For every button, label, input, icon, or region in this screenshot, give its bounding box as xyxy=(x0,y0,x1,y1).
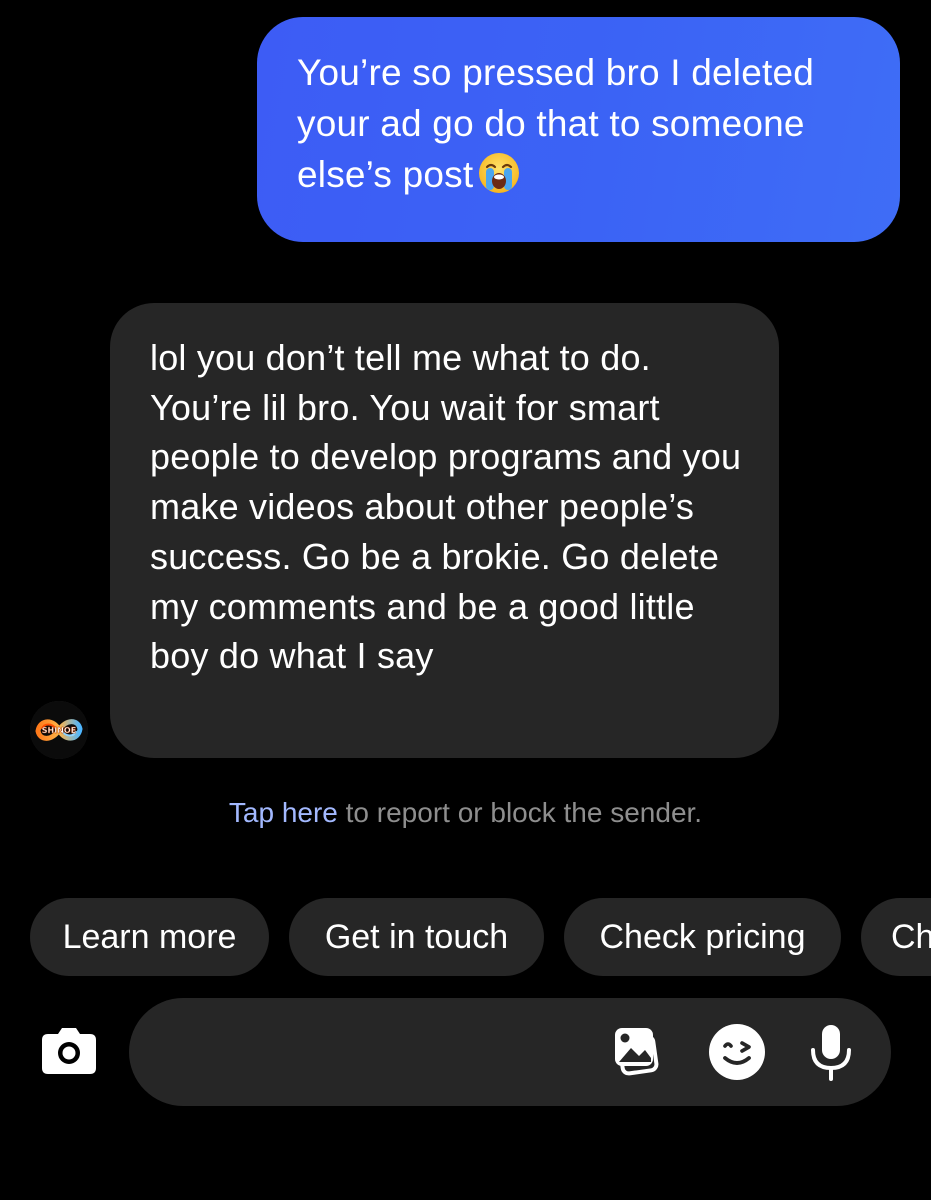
microphone-icon xyxy=(811,1025,851,1081)
message-input[interactable] xyxy=(159,998,603,1108)
gallery-icon xyxy=(615,1028,659,1076)
camera-icon xyxy=(42,1028,96,1074)
report-notice-text: to report or block the sender. xyxy=(337,797,703,828)
quick-reply-get-in-touch[interactable]: Get in touch xyxy=(289,898,544,976)
quick-reply-learn-more[interactable]: Learn more xyxy=(30,898,269,976)
quick-reply-check-pricing[interactable]: Check pricing xyxy=(564,898,841,976)
quick-replies: Learn more Get in touch Check pricing Ch xyxy=(30,898,931,976)
voice-message-button[interactable] xyxy=(801,1022,861,1082)
outgoing-message-bubble[interactable]: You’re so pressed bro I deleted your ad … xyxy=(257,17,900,242)
sender-avatar[interactable]: SHINOE xyxy=(30,701,88,759)
sticker-button[interactable] xyxy=(707,1022,767,1082)
gallery-button[interactable] xyxy=(611,1022,671,1082)
sticker-icon xyxy=(709,1024,765,1080)
incoming-message-text: lol you don’t tell me what to do. You’re… xyxy=(150,337,742,677)
outgoing-message-body: You’re so pressed bro I deleted your ad … xyxy=(297,52,815,195)
svg-text:SHINOE: SHINOE xyxy=(42,726,76,735)
outgoing-message-text: You’re so pressed bro I deleted your ad … xyxy=(297,47,864,200)
crying-emoji-icon xyxy=(477,151,521,195)
incoming-message-bubble[interactable]: lol you don’t tell me what to do. You’re… xyxy=(110,303,779,758)
report-notice: Tap here to report or block the sender. xyxy=(0,797,931,829)
dm-thread-screen: You’re so pressed bro I deleted your ad … xyxy=(0,0,931,1200)
quick-reply-truncated[interactable]: Ch xyxy=(861,898,931,976)
camera-button[interactable] xyxy=(38,1022,100,1078)
report-link[interactable]: Tap here xyxy=(229,797,338,828)
avatar-logo-icon: SHINOE xyxy=(30,701,88,759)
message-composer xyxy=(129,998,891,1108)
